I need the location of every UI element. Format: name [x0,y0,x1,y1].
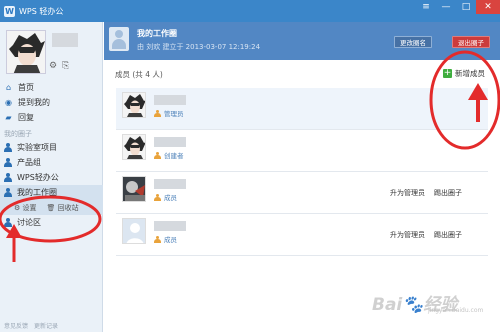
members-count: 成员 (共 4 人) [115,70,163,79]
user-profile: ⚙ ⎘ [4,28,99,88]
add-member-button[interactable]: + 新增成员 [443,68,485,79]
role-person-icon [154,235,161,243]
circles-section-label: 我的圈子 [4,129,32,138]
sidebar-item-label: 产品组 [17,158,41,167]
members-bar: 成员 (共 4 人) + 新增成员 [104,60,500,90]
circle-person-icon [4,143,12,152]
member-name-blurred [154,95,186,105]
member-avatar-default[interactable] [122,218,146,244]
sidebar-item-label: 回复 [18,113,34,122]
sidebar-footer: 意见反馈 更新记录 [4,321,58,330]
sidebar-item-circle[interactable]: WPS轻办公 [0,170,103,185]
mention-icon: ◉ [5,98,12,107]
sidebar-item-label: 实验室项目 [17,143,57,152]
rename-circle-button[interactable]: 更改圈名 [394,36,432,48]
sidebar-item-circle[interactable]: 实验室项目 [0,140,103,155]
member-row[interactable]: 创建者 [116,130,488,172]
user-avatar[interactable] [6,30,46,74]
sidebar-item-label: 我的工作圈 [17,188,57,197]
add-member-label: 新增成员 [455,69,485,78]
circle-recycle-label: 回收站 [57,203,79,212]
circle-header: 我的工作圈 由 刘欢 建立于 2013-03-07 12:19:24 更改圈名 … [104,22,500,60]
sidebar-item-circle[interactable]: 产品组 [0,155,103,170]
baidu-watermark: Bai🐾经验 jingyan.baidu.com [372,290,497,316]
menu-icon[interactable]: ≡ [416,0,436,14]
app-logo-icon: W [4,5,15,17]
sidebar-item-label: 提到我的 [18,98,50,107]
kick-member-button[interactable]: 踢出圈子 [434,188,462,198]
close-icon[interactable]: ✕ [476,0,500,14]
gear-icon[interactable]: ⚙ [49,61,57,71]
role-person-icon [154,193,161,201]
sidebar-item-replies[interactable]: ▰ 回复 [0,110,103,125]
quit-circle-button[interactable]: 退出圈子 [452,36,490,48]
sidebar-item-home[interactable]: ⌂ 首页 [0,80,103,95]
circle-avatar-icon [109,27,129,51]
sidebar-item-mentions[interactable]: ◉ 提到我的 [0,95,103,110]
minimize-icon[interactable]: — [436,0,456,14]
member-role: 成员 [154,234,177,244]
member-name-blurred [154,137,186,147]
title-bar: W WPS 轻办公 ≡ — □ ✕ [0,0,500,22]
promote-to-admin-button[interactable]: 升为管理员 [390,230,425,240]
user-name-blurred [52,33,78,47]
circle-recycle-button[interactable]: 🗑 回收站 [47,203,79,213]
member-role-label: 创建者 [164,152,184,160]
role-person-icon [154,109,161,117]
window-title: WPS 轻办公 [19,6,64,16]
feedback-link[interactable]: 意见反馈 [4,321,28,330]
member-row[interactable]: 成员 升为管理员 踢出圈子 [116,214,488,256]
circle-person-icon [4,158,12,167]
member-role-label: 成员 [164,194,177,202]
member-row[interactable]: 成员 升为管理员 踢出圈子 [116,172,488,214]
circle-subactions: ⚙ 设置 🗑 回收站 [0,200,103,215]
window-controls: ≡ — □ ✕ [416,0,500,14]
member-role: 管理员 [154,108,184,118]
member-avatar[interactable] [122,176,146,202]
member-name-blurred [154,179,186,189]
profile-actions: ⚙ ⎘ [49,61,69,71]
member-role-label: 成员 [164,236,177,244]
circle-person-icon [4,218,12,227]
circle-person-icon [4,173,12,182]
maximize-icon[interactable]: □ [456,0,476,14]
sidebar-item-circle-active[interactable]: 我的工作圈 [0,185,103,200]
sidebar-item-label: WPS轻办公 [17,173,59,182]
promote-to-admin-button[interactable]: 升为管理员 [390,188,425,198]
sidebar-item-label: 讨论区 [17,218,41,227]
member-avatar[interactable] [122,92,146,118]
circle-settings-button[interactable]: ⚙ 设置 [14,203,37,213]
member-role-label: 管理员 [164,110,184,118]
kick-member-button[interactable]: 踢出圈子 [434,230,462,240]
member-avatar[interactable] [122,134,146,160]
sidebar-item-label: 首页 [18,83,34,92]
circle-title: 我的工作圈 [137,29,177,38]
plus-icon: + [443,68,452,78]
circle-person-icon [4,188,12,197]
member-role: 创建者 [154,150,184,160]
sidebar-item-circle[interactable]: 讨论区 [0,215,103,230]
switch-icon[interactable]: ⎘ [62,61,69,71]
watermark-url: jingyan.baidu.com [428,307,484,314]
circle-settings-label: 设置 [22,203,37,212]
member-name-blurred [154,221,186,231]
role-person-icon [154,151,161,159]
reply-icon: ▰ [5,113,12,122]
member-role: 成员 [154,192,177,202]
home-icon: ⌂ [5,83,12,92]
sidebar-nav: ⌂ 首页 ◉ 提到我的 ▰ 回复 我的圈子 实验室项目 产品组 WPS轻办公 我… [0,80,103,230]
circle-meta: 由 刘欢 建立于 2013-03-07 12:19:24 [137,43,261,51]
member-list: 管理员 创建者 成员 升为管理员 踢出圈子 成员 升为管理员 踢出圈子 [116,88,488,256]
changelog-link[interactable]: 更新记录 [34,321,58,330]
sidebar: ⚙ ⎘ ⌂ 首页 ◉ 提到我的 ▰ 回复 我的圈子 实验室项目 产品组 WPS轻… [0,22,103,332]
member-row[interactable]: 管理员 [116,88,488,130]
